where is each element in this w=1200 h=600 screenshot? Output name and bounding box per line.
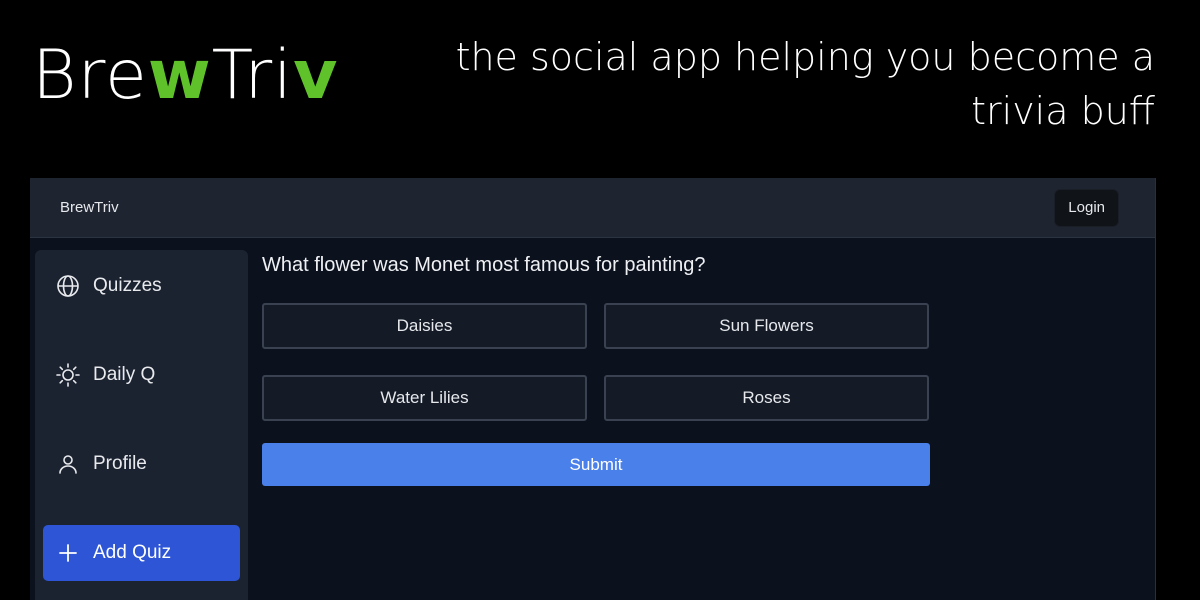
- top-navbar: BrewTriv Login: [30, 178, 1155, 238]
- answer-option-sun-flowers[interactable]: Sun Flowers: [604, 303, 929, 349]
- plus-icon: [55, 540, 81, 566]
- submit-button[interactable]: Submit: [262, 443, 930, 486]
- app-brand[interactable]: BrewTriv: [60, 199, 119, 216]
- login-button[interactable]: Login: [1054, 188, 1119, 227]
- brand-logo: BrewTriv: [32, 36, 338, 116]
- sidebar-item-add-quiz[interactable]: Add Quiz: [43, 525, 240, 581]
- logo-wordmark: BrewTriv: [32, 36, 339, 115]
- sidebar-item-profile[interactable]: Profile: [43, 436, 240, 492]
- user-icon: [55, 451, 81, 477]
- sidebar-item-daily-q[interactable]: Daily Q: [43, 347, 240, 403]
- answer-options: Daisies Sun Flowers Water Lilies Roses: [262, 303, 932, 421]
- sidebar-item-label: Add Quiz: [93, 542, 172, 563]
- sidebar: Quizzes Daily Q Profile Add Quiz: [35, 250, 248, 600]
- tagline: the social app helping you become a triv…: [455, 35, 1155, 133]
- quiz-question: What flower was Monet most famous for pa…: [262, 254, 706, 276]
- answer-option-roses[interactable]: Roses: [604, 375, 929, 421]
- sidebar-item-label: Quizzes: [93, 275, 162, 296]
- sidebar-item-quizzes[interactable]: Quizzes: [43, 258, 240, 314]
- answer-option-daisies[interactable]: Daisies: [262, 303, 587, 349]
- app-window: BrewTriv Login Quizzes Daily Q Profile A…: [30, 178, 1156, 600]
- quiz-panel: What flower was Monet most famous for pa…: [262, 254, 932, 486]
- sun-icon: [55, 362, 81, 388]
- answer-option-water-lilies[interactable]: Water Lilies: [262, 375, 587, 421]
- sidebar-item-label: Daily Q: [93, 364, 156, 385]
- globe-icon: [55, 273, 81, 299]
- sidebar-item-label: Profile: [93, 453, 147, 474]
